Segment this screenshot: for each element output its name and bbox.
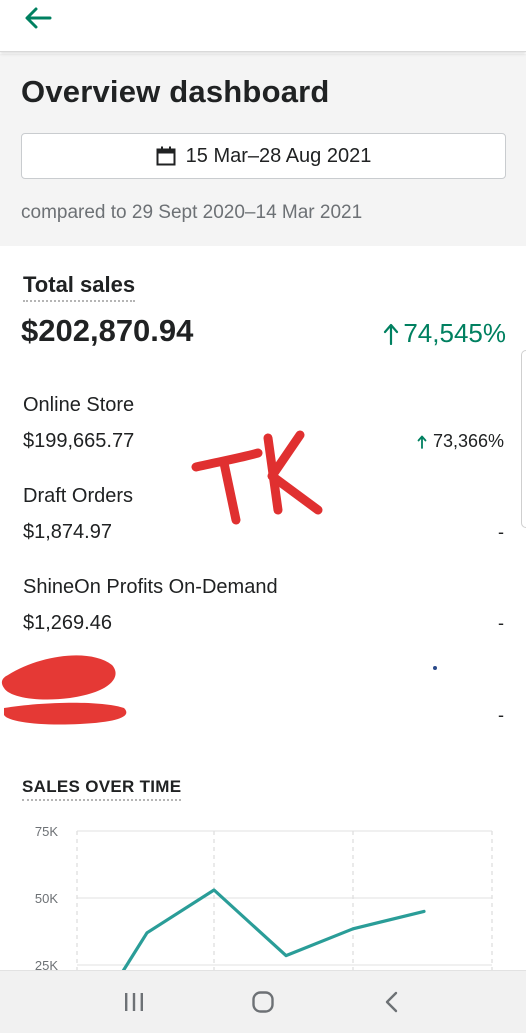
recent-apps-button[interactable] — [104, 977, 164, 1027]
home-icon — [252, 991, 274, 1013]
sales-over-time-chart: 75K50K25K — [35, 824, 493, 975]
chart-series-line — [118, 888, 426, 975]
comparison-period: compared to 29 Sept 2020–14 Mar 2021 — [21, 202, 363, 223]
system-back-button[interactable] — [362, 977, 422, 1027]
overlay-annotations — [1, 430, 437, 725]
home-button[interactable] — [233, 977, 293, 1027]
top-app-bar — [0, 0, 526, 52]
sales-over-time-heading[interactable]: SALES OVER TIME — [22, 777, 182, 801]
total-sales-label[interactable]: Total sales — [23, 272, 136, 302]
back-button[interactable] — [18, 2, 58, 34]
tk-watermark — [191, 430, 323, 525]
total-sales-change-value: 74,545% — [403, 318, 506, 348]
date-range-label: 15 Mar–28 Aug 2021 — [185, 144, 372, 167]
channel-online-store-name: Online Store — [23, 394, 135, 416]
chevron-left-icon — [385, 991, 397, 1013]
chart-y-tick-label: 50K — [35, 891, 58, 906]
arrow-up-icon — [384, 323, 399, 345]
calendar-icon — [156, 146, 176, 166]
stray-dot — [433, 666, 437, 670]
page-title: Overview dashboard — [21, 74, 330, 109]
recent-apps-icon — [125, 993, 144, 1011]
total-sales-value: $202,870.94 — [21, 313, 194, 348]
system-navigation-bar — [0, 970, 526, 1033]
redaction-scribble — [1, 655, 127, 725]
date-range-button[interactable]: 15 Mar–28 Aug 2021 — [21, 133, 506, 179]
total-sales-change: 74,545% — [383, 318, 506, 349]
chart-y-tick-label: 75K — [35, 824, 58, 839]
arrow-left-icon — [25, 7, 52, 29]
